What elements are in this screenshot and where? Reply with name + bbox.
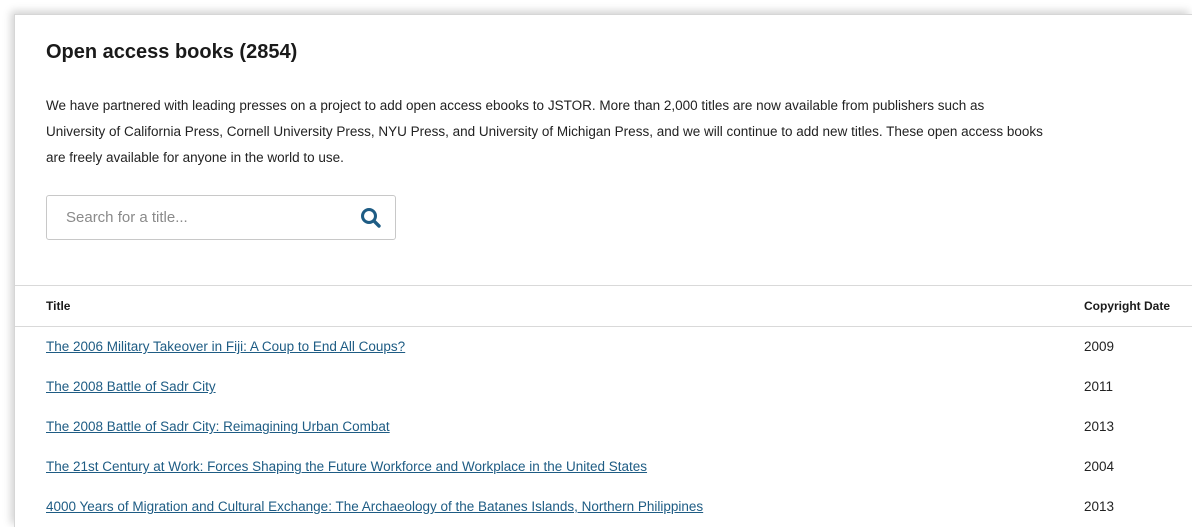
table-header: Title Copyright Date <box>15 285 1192 327</box>
table-row: The 2006 Military Takeover in Fiji: A Co… <box>15 327 1192 367</box>
copyright-year: 2011 <box>1084 379 1114 394</box>
search-input[interactable] <box>48 197 338 238</box>
page-title: Open access books (2854) <box>46 41 298 63</box>
table-row: The 2008 Battle of Sadr City 2011 <box>15 367 1192 407</box>
book-title-link[interactable]: The 2008 Battle of Sadr City: Reimaginin… <box>46 419 390 434</box>
copyright-year: 2009 <box>1084 339 1115 354</box>
copyright-year: 2004 <box>1084 459 1115 474</box>
intro-section: Open access books (2854) We have partner… <box>46 39 1192 240</box>
copyright-year: 2013 <box>1084 499 1115 514</box>
column-header-copyright-date[interactable]: Copyright Date <box>1084 299 1170 313</box>
search-box <box>46 195 396 240</box>
copyright-year: 2013 <box>1084 419 1115 434</box>
search-icon <box>361 208 381 228</box>
content-panel: Open access books (2854) We have partner… <box>14 14 1192 527</box>
intro-paragraph: We have partnered with leading presses o… <box>46 98 1043 165</box>
book-title-link[interactable]: The 21st Century at Work: Forces Shaping… <box>46 459 647 474</box>
book-title-link[interactable]: 4000 Years of Migration and Cultural Exc… <box>46 499 703 514</box>
table-row: 4000 Years of Migration and Cultural Exc… <box>15 487 1192 527</box>
book-title-link[interactable]: The 2008 Battle of Sadr City <box>46 379 216 394</box>
column-header-title[interactable]: Title <box>46 299 70 313</box>
table-row: The 21st Century at Work: Forces Shaping… <box>15 447 1192 487</box>
book-title-link[interactable]: The 2006 Military Takeover in Fiji: A Co… <box>46 339 405 354</box>
search-button[interactable] <box>359 206 383 230</box>
table-row: The 2008 Battle of Sadr City: Reimaginin… <box>15 407 1192 447</box>
books-table: Title Copyright Date The 2006 Military T… <box>15 285 1192 527</box>
